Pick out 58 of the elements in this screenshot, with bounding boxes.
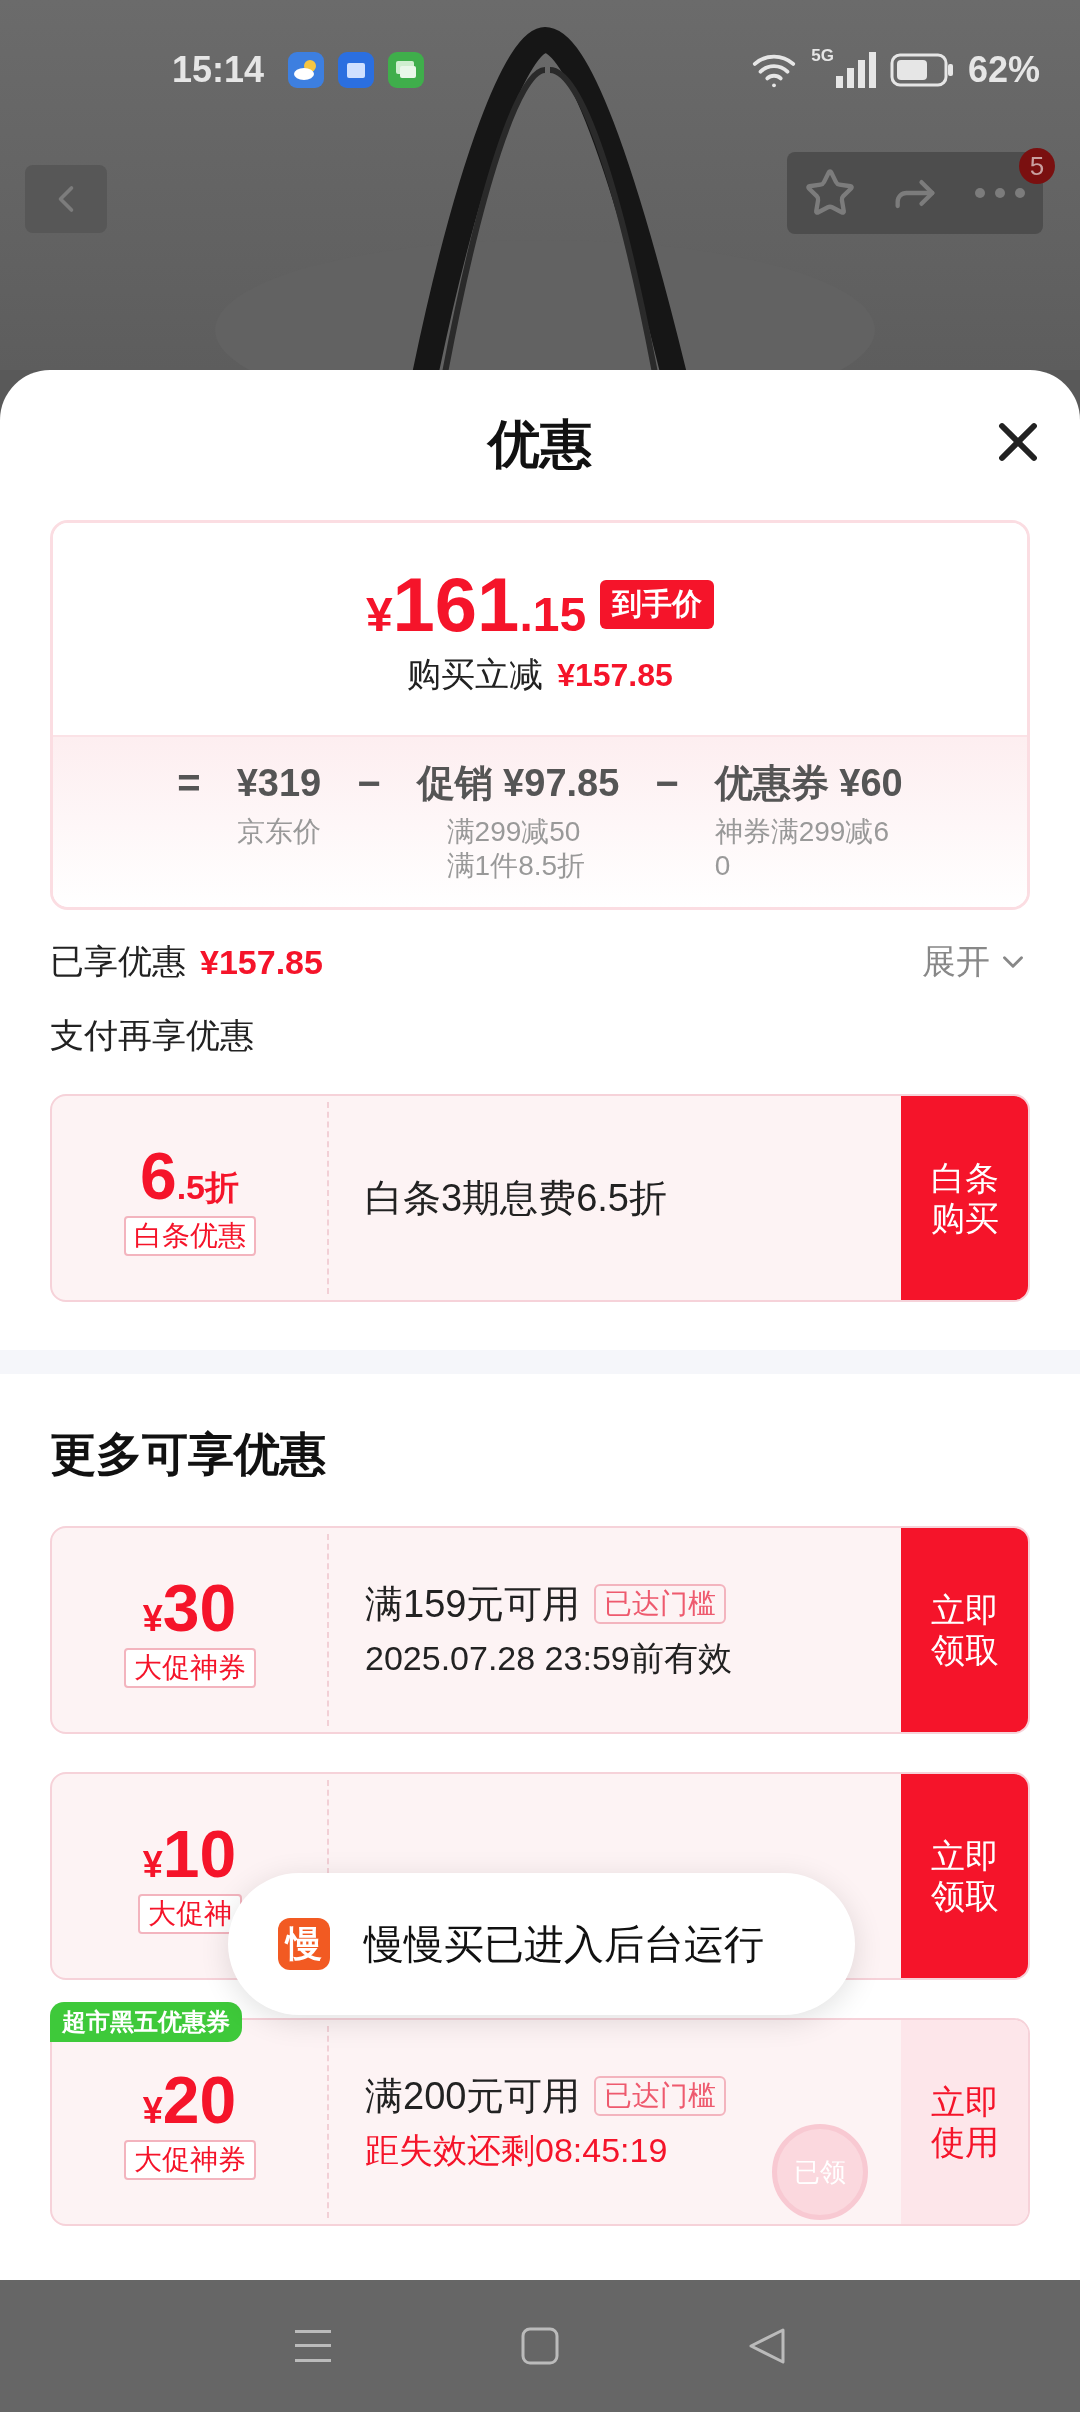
coupon-validity: 2025.07.28 23:59前有效 [365,1637,732,1679]
network-label: 5G [811,46,834,66]
final-price-tag: 到手价 [600,579,715,629]
threshold-tag: 已达门槛 [594,2076,727,2116]
coupon-amount: 20 [162,2064,237,2136]
promo-badge: 超市黑五优惠券 [50,2002,242,2042]
price-note: 京东价 [236,815,322,849]
messages-app-icon [388,52,425,88]
signal-icon [835,52,876,88]
price-term: 优惠券 ¥60 [714,761,903,806]
home-icon[interactable] [520,2326,560,2366]
expand-toggle[interactable]: 展开 [922,939,1030,985]
price-note: 满1件8.5折 [446,849,587,883]
price-note: 神券满299减60 [714,815,890,883]
use-button[interactable]: 立即使用 [901,2020,1028,2224]
offer-tag: 白条优惠 [123,1216,256,1256]
section-label: 支付再享优惠 [50,1015,255,1056]
operator-sign: = [177,760,201,807]
toast-message: 慢慢买已进入后台运行 [364,1920,764,1968]
coupon-condition: 满159元可用 [365,1581,581,1627]
price-note: 满299减50 [446,815,582,849]
price-term: 促销 ¥97.85 [416,761,620,806]
sheet-title: 优惠 [488,414,592,475]
currency-symbol: ¥ [142,1598,163,1640]
claim-button[interactable]: 立即领取 [901,1528,1028,1732]
app-icon: 慢 [278,1918,330,1970]
operator-sign: − [357,760,381,807]
section-title: 更多可享优惠 [50,1427,327,1482]
enjoyed-amount: ¥157.85 [200,942,323,982]
coupon-validity: 距失效还剩08:45:19 [365,2129,668,2171]
files-app-icon [338,52,375,88]
coupon-amount: 10 [162,1818,237,1890]
coupon-tag: 大促神券 [123,1648,256,1688]
claim-button[interactable]: 立即领取 [901,1774,1028,1978]
saving-amount: ¥157.85 [557,656,673,694]
currency-symbol: ¥ [142,2090,163,2132]
coupon-tag: 大促神券 [123,2140,256,2180]
more-button[interactable] [974,187,1027,199]
discount-value: 6 [139,1140,177,1212]
more-icon [974,187,1027,199]
currency-symbol: ¥ [142,1844,163,1886]
coupon-condition: 满200元可用 [365,2073,581,2119]
discount-unit: .5折 [176,1167,240,1208]
buy-button[interactable]: 白条购买 [901,1096,1028,1300]
offer-text: 白条3期息费6.5折 [365,1175,667,1221]
status-time: 15:14 [172,49,265,91]
weather-app-icon [288,52,325,88]
enjoyed-label: 已享优惠 [50,941,186,982]
saving-label: 购买立减 [407,653,544,695]
coupon-amount: 30 [162,1572,237,1644]
battery-icon [889,53,954,87]
price-term: ¥319 [236,761,322,806]
final-price-decimal: .15 [519,586,587,642]
battery-level: 62% [967,49,1040,91]
operator-sign: − [655,760,679,807]
threshold-tag: 已达门槛 [594,1584,727,1624]
currency-symbol: ¥ [365,587,393,642]
final-price: 161 [392,560,520,648]
